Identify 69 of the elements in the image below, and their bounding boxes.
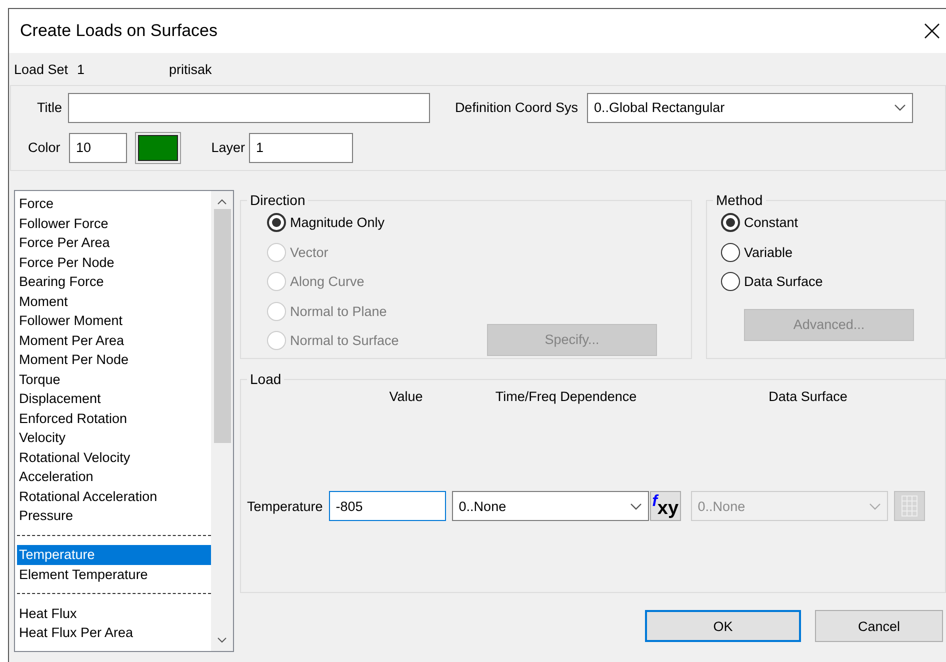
list-item[interactable]: Bearing Force (17, 272, 211, 292)
load-type-list[interactable] (14, 190, 234, 652)
row-label: Temperature (247, 498, 323, 514)
chevron-down-icon (868, 502, 881, 510)
list-item[interactable]: Heat Flux Per Area (17, 623, 211, 642)
title-label: Title (36, 100, 62, 115)
list-item[interactable]: Follower Moment (17, 311, 211, 330)
column-header: Data Surface (768, 389, 848, 406)
list-item[interactable]: Torque (17, 370, 211, 389)
radio-button-icon[interactable] (721, 272, 740, 292)
list-item[interactable]: Rotational Velocity (17, 448, 211, 467)
list-item[interactable]: Follower Force (17, 214, 211, 233)
column-header: Time/Freq Dependence (494, 389, 638, 406)
load-set-label: Load Set (14, 62, 68, 76)
radio-label: Along Curve (290, 274, 364, 290)
layer-field[interactable]: 1 (249, 132, 353, 162)
dialog-button[interactable]: OK (645, 610, 801, 642)
list-item[interactable]: Moment Per Area (17, 330, 211, 350)
radio-label: Vector (290, 244, 328, 260)
close-icon[interactable] (924, 23, 940, 39)
radio-label: Magnitude Only (290, 215, 385, 230)
radio-option[interactable]: Variable (721, 238, 823, 267)
chevron-down-icon (630, 502, 642, 510)
scroll-down-icon[interactable] (217, 637, 227, 643)
list-item[interactable]: Pressure (17, 506, 211, 526)
group-title: Direction (249, 192, 306, 208)
layer-label: Layer (210, 140, 245, 155)
coord-sys-dropdown[interactable]: 0..Global Rectangular (587, 92, 913, 122)
scroll-up-icon[interactable] (217, 199, 227, 205)
list-item[interactable]: Acceleration (17, 467, 211, 486)
radio-button-icon[interactable] (267, 213, 286, 232)
list-item[interactable]: Moment Per Node (17, 350, 211, 370)
radio-option[interactable]: Constant (721, 208, 823, 238)
list-item[interactable]: Heat Flux (17, 604, 211, 623)
list-item[interactable]: Displacement (17, 389, 211, 408)
radio-label: Constant (744, 215, 798, 230)
group-title: Load (249, 371, 282, 387)
radio-option[interactable]: Data Surface (721, 267, 823, 296)
load-set-name: pritisak (169, 62, 212, 76)
group-title: Method (715, 192, 764, 208)
load-set-number: 1 (77, 62, 86, 76)
dependence-dropdown[interactable]: 0..None (452, 491, 649, 521)
list-item[interactable]: Enforced Rotation (17, 408, 211, 428)
color-swatch[interactable] (135, 132, 181, 164)
chevron-down-icon (894, 104, 906, 111)
scrollbar[interactable] (211, 191, 233, 651)
radio-label: Normal to Plane (290, 304, 387, 319)
color-field[interactable]: 10 (69, 132, 127, 162)
radio-option[interactable]: Magnitude Only (267, 208, 399, 238)
value-field[interactable]: -805 (328, 491, 446, 521)
color-label: Color (28, 140, 62, 155)
radio-button-icon[interactable] (721, 213, 740, 232)
list-item[interactable]: Force (17, 194, 211, 214)
radio-button-icon[interactable] (721, 242, 740, 262)
list-item[interactable]: Rotational Acceleration (17, 486, 211, 506)
list-item[interactable]: Force Per Node (17, 252, 211, 272)
radio-label: Data Surface (744, 274, 823, 290)
title-field[interactable] (68, 92, 430, 122)
radio-label: Variable (744, 244, 793, 260)
window-title: Create Loads on Surfaces (20, 21, 218, 41)
list-item[interactable]: Moment (17, 292, 211, 311)
column-header: Value (388, 389, 424, 406)
radio-label: Normal to Surface (290, 333, 399, 348)
coord-sys-label: Definition Coord Sys (454, 100, 578, 115)
list-item[interactable]: Element Temperature (17, 564, 211, 584)
list-item[interactable]: Force Per Area (17, 233, 211, 252)
list-item[interactable]: Temperature (17, 545, 211, 564)
list-item[interactable]: Velocity (17, 428, 211, 448)
dialog-button[interactable]: Cancel (815, 610, 943, 642)
